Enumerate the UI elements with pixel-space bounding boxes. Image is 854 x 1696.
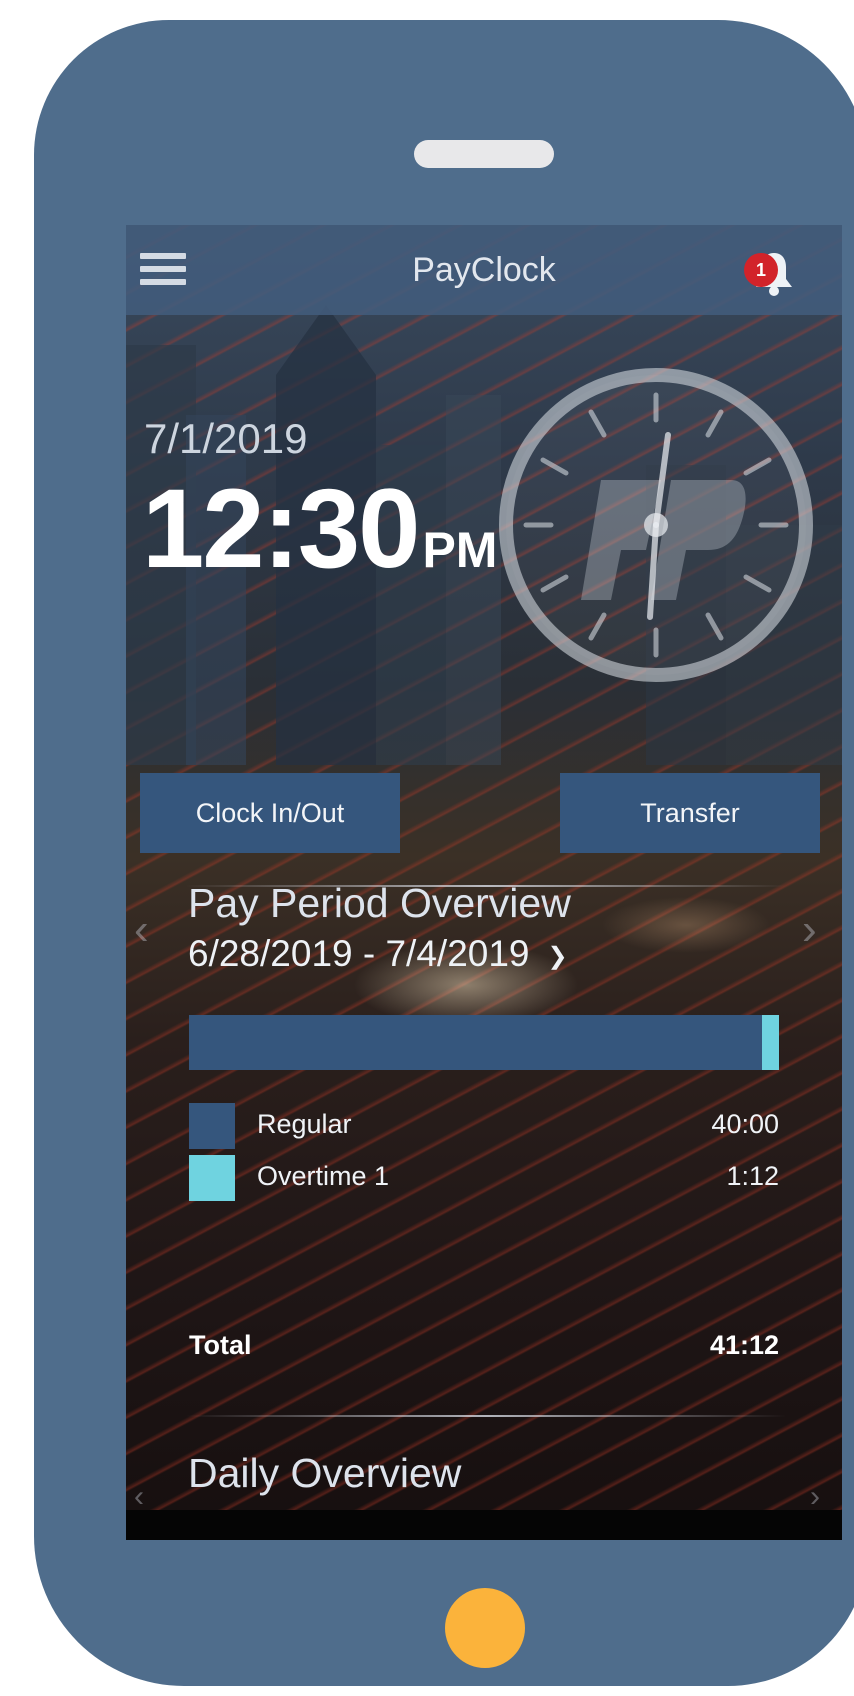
daily-overview-title: Daily Overview (188, 1450, 462, 1496)
notification-badge[interactable]: 1 (744, 253, 778, 287)
chevron-down-icon[interactable]: ❯ (548, 942, 568, 971)
chevron-left-icon[interactable]: ‹ (134, 905, 149, 955)
legend-swatch-regular (189, 1103, 235, 1149)
chevron-right-icon[interactable]: › (810, 1480, 820, 1514)
pay-period-range: 6/28/2019 - 7/4/2019 (188, 933, 530, 974)
screen-bottom-edge (126, 1510, 842, 1540)
legend-value: 1:12 (726, 1161, 779, 1191)
phone-frame: PayClock 1 7/1/2019 12:30PM Clock In/Out… (34, 20, 854, 1686)
chevron-right-icon[interactable]: › (802, 905, 817, 955)
overtime-segment (762, 1015, 779, 1070)
legend-swatch-overtime (189, 1155, 235, 1201)
legend-value: 40:00 (711, 1109, 779, 1139)
pay-period-title: Pay Period Overview (188, 880, 571, 926)
clock-in-out-button[interactable]: Clock In/Out (140, 773, 400, 853)
hours-progress-bar (189, 1015, 779, 1070)
home-button[interactable] (445, 1588, 525, 1668)
phone-speaker (414, 140, 554, 168)
legend-label: Overtime 1 (257, 1161, 390, 1191)
legend-item: Regular 40:00 (189, 1103, 779, 1149)
chevron-left-icon[interactable]: ‹ (134, 1480, 144, 1514)
total-value: 41:12 (709, 1330, 779, 1360)
total-label: Total (189, 1330, 252, 1360)
section-divider (186, 1415, 786, 1417)
transfer-button[interactable]: Transfer (560, 773, 820, 853)
app-title: PayClock (412, 251, 556, 289)
current-time: 12:30PM (142, 473, 497, 585)
app-screen: PayClock 1 7/1/2019 12:30PM Clock In/Out… (126, 225, 842, 1540)
current-date: 7/1/2019 (144, 415, 308, 462)
pay-period-selector[interactable]: 6/28/2019 - 7/4/2019 ❯ (188, 933, 568, 975)
clock-logo-icon (499, 368, 813, 682)
time-value: 12:30 (142, 466, 420, 591)
top-app-bar: PayClock 1 (126, 225, 842, 315)
legend-item: Overtime 1 1:12 (189, 1155, 779, 1201)
legend-label: Regular (257, 1109, 352, 1139)
